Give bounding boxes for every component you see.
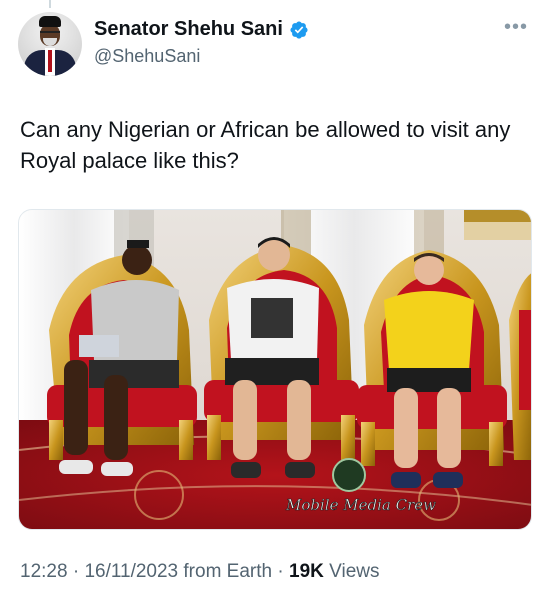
tweet-meta: 12:28 · 16/11/2023 from Earth · 19K View… [20, 561, 379, 583]
meta-separator: · [277, 561, 289, 582]
tweet-date[interactable]: 16/11/2023 [84, 561, 178, 582]
tweet-media-photo[interactable]: Mobile Media Crew [18, 209, 532, 530]
tweet-header: Senator Shehu Sani @ShehuSani ••• [18, 12, 530, 82]
author-name-row[interactable]: Senator Shehu Sani [94, 18, 309, 41]
tweet-time[interactable]: 12:28 [20, 561, 68, 582]
tweet-text: Can any Nigerian or African be allowed t… [20, 117, 511, 173]
tweet-source: from Earth [183, 561, 273, 582]
photo-illustration: Mobile Media Crew [19, 210, 531, 529]
avatar[interactable] [18, 12, 82, 76]
views-label: Views [329, 561, 380, 582]
author-name[interactable]: Senator Shehu Sani [94, 18, 283, 41]
views-count[interactable]: 19K [289, 561, 324, 582]
thread-connector-line [49, 0, 51, 8]
meta-separator: · [72, 561, 85, 582]
author-handle[interactable]: @ShehuSani [94, 46, 200, 67]
more-options-icon[interactable]: ••• [504, 16, 528, 39]
watermark-text: Mobile Media Crew [285, 496, 436, 514]
watermark-logo-icon [332, 458, 366, 492]
verified-badge-icon [290, 20, 308, 39]
